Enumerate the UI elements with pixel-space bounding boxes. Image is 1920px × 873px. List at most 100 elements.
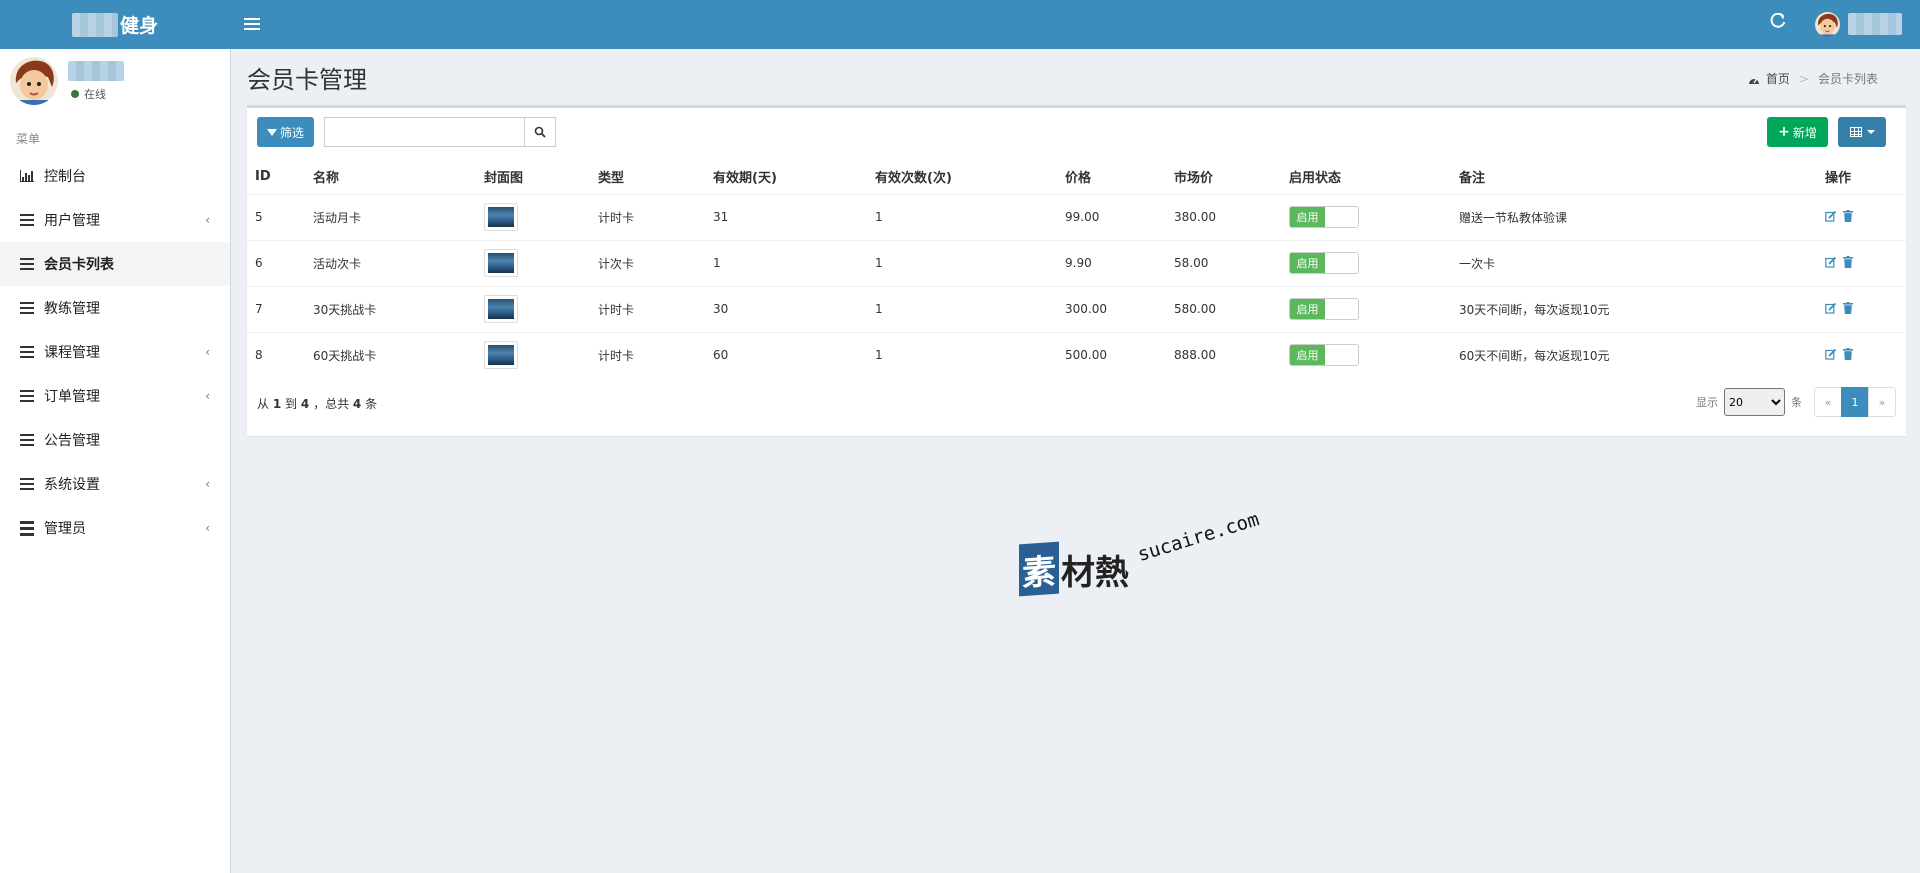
chevron-left-icon: ‹ [205,345,210,359]
cell-type: 计时卡 [590,331,705,378]
cell-price: 300.00 [1057,285,1166,332]
edit-icon[interactable] [1825,348,1837,363]
edit-icon[interactable] [1825,210,1837,225]
sidebar-item-orders[interactable]: 订单管理 ‹ [0,374,230,418]
trash-icon[interactable] [1843,209,1853,225]
list-icon [20,519,34,537]
cell-name: 活动月卡 [305,193,476,240]
sidebar-item-admins[interactable]: 管理员 ‹ [0,506,230,550]
cell-id: 8 [247,331,305,378]
brand-pixelated [71,12,118,37]
cell-days: 30 [705,285,867,332]
sidebar-item-dashboard[interactable]: 控制台 [0,154,230,198]
bar-chart-icon [20,170,34,182]
col-actions: 操作 [1817,160,1906,195]
col-type[interactable]: 类型 [590,160,705,195]
breadcrumb-home-link[interactable]: 首页 [1766,70,1790,87]
sidebar-item-card-list[interactable]: 会员卡列表 [0,242,230,286]
cell-id: 6 [247,239,305,286]
sidebar-item-users[interactable]: 用户管理 ‹ [0,198,230,242]
table-row: 7 30天挑战卡 计时卡 30 1 300.00 580.00 启用 30天不间… [247,285,1906,332]
cell-market-price: 580.00 [1166,285,1281,332]
edit-icon[interactable] [1825,302,1837,317]
cell-note: 赠送一节私教体验课 [1451,193,1817,240]
cell-name: 60天挑战卡 [305,331,476,378]
cover-thumbnail[interactable] [484,341,518,370]
bars-icon [20,433,34,448]
search-icon[interactable] [524,117,556,147]
page-title: 会员卡管理 [247,66,367,94]
columns-toggle-button[interactable] [1838,117,1886,147]
cell-times: 1 [867,239,1057,286]
cell-price: 99.00 [1057,193,1166,240]
cell-type: 计次卡 [590,239,705,286]
col-market-price[interactable]: 市场价 [1166,160,1281,195]
trash-icon[interactable] [1843,255,1853,271]
sidebar-item-notices[interactable]: 公告管理 [0,418,230,462]
trash-icon[interactable] [1843,301,1853,317]
col-cover[interactable]: 封面图 [476,160,590,195]
page-size-select[interactable]: 20 [1724,388,1785,416]
search-input[interactable] [324,117,525,147]
page-1-button[interactable]: 1 [1841,387,1869,417]
edit-icon[interactable] [1825,256,1837,271]
bars-icon [20,345,34,360]
user-avatar [10,57,58,105]
col-id[interactable]: ID [247,160,305,195]
status-toggle[interactable]: 启用 [1289,298,1359,320]
add-button[interactable]: + 新增 [1767,117,1828,147]
col-note[interactable]: 备注 [1451,160,1817,195]
breadcrumb-current: 会员卡列表 [1817,72,1878,86]
cell-note: 30天不间断，每次返现10元 [1451,285,1817,332]
breadcrumb-separator: > [1798,71,1809,86]
cell-type: 计时卡 [590,285,705,332]
cell-days: 1 [705,239,867,286]
chevron-left-icon: ‹ [205,213,210,227]
table-row: 8 60天挑战卡 计时卡 60 1 500.00 888.00 启用 60天不间… [247,331,1906,378]
sidebar-toggle-bars-icon[interactable] [244,15,260,33]
sidebar-item-coaches[interactable]: 教练管理 [0,286,230,330]
sidebar-item-settings[interactable]: 系统设置 ‹ [0,462,230,506]
card-table: ID 名称 封面图 类型 有效期(天) 有效次数(次) 价格 市场价 启用状态 … [247,160,1906,378]
cell-market-price: 888.00 [1166,331,1281,378]
prev-page-button[interactable]: « [1814,387,1842,417]
col-valid-days[interactable]: 有效期(天) [705,160,867,195]
table-row: 5 活动月卡 计时卡 31 1 99.00 380.00 启用 赠送一节私教体验… [247,193,1906,240]
pagination-info: 从 1 到 4 ，总共 4 条 [257,397,378,411]
username-pixelated [68,61,124,81]
col-valid-times[interactable]: 有效次数(次) [867,160,1057,195]
bars-icon [20,389,34,404]
cell-times: 1 [867,285,1057,332]
chevron-left-icon: ‹ [205,389,210,403]
status-toggle[interactable]: 启用 [1289,344,1359,367]
status-toggle[interactable]: 启用 [1289,206,1359,228]
col-price[interactable]: 价格 [1057,160,1166,195]
cell-note: 60天不间断，每次返现10元 [1451,331,1817,378]
status-toggle[interactable]: 启用 [1289,252,1359,274]
col-status[interactable]: 启用状态 [1281,160,1451,195]
brand-logo[interactable]: 健身 [0,0,230,49]
cover-thumbnail[interactable] [484,203,518,231]
top-navbar: 健身 [0,0,1920,49]
cover-thumbnail[interactable] [484,249,518,277]
trash-icon[interactable] [1843,347,1853,363]
table-grid-icon [1849,127,1862,137]
sidebar-item-courses[interactable]: 课程管理 ‹ [0,330,230,374]
cover-thumbnail[interactable] [484,295,518,323]
cell-days: 31 [705,193,867,240]
table-header-row: ID 名称 封面图 类型 有效期(天) 有效次数(次) 价格 市场价 启用状态 … [247,160,1906,195]
refresh-icon[interactable] [1770,12,1786,34]
breadcrumb: 首页 > 会员卡列表 [1748,70,1878,87]
top-user-avatar[interactable] [1815,12,1840,37]
cell-price: 9.90 [1057,239,1166,286]
filter-button[interactable]: 筛选 [257,117,315,147]
cell-market-price: 58.00 [1166,239,1281,286]
bars-icon [20,213,34,228]
col-name[interactable]: 名称 [305,160,476,195]
next-page-button[interactable]: » [1868,387,1896,417]
online-dot-icon [71,90,79,98]
cell-id: 5 [247,193,305,240]
chevron-left-icon: ‹ [205,477,210,491]
cell-note: 一次卡 [1451,239,1817,286]
bars-icon [20,477,34,492]
